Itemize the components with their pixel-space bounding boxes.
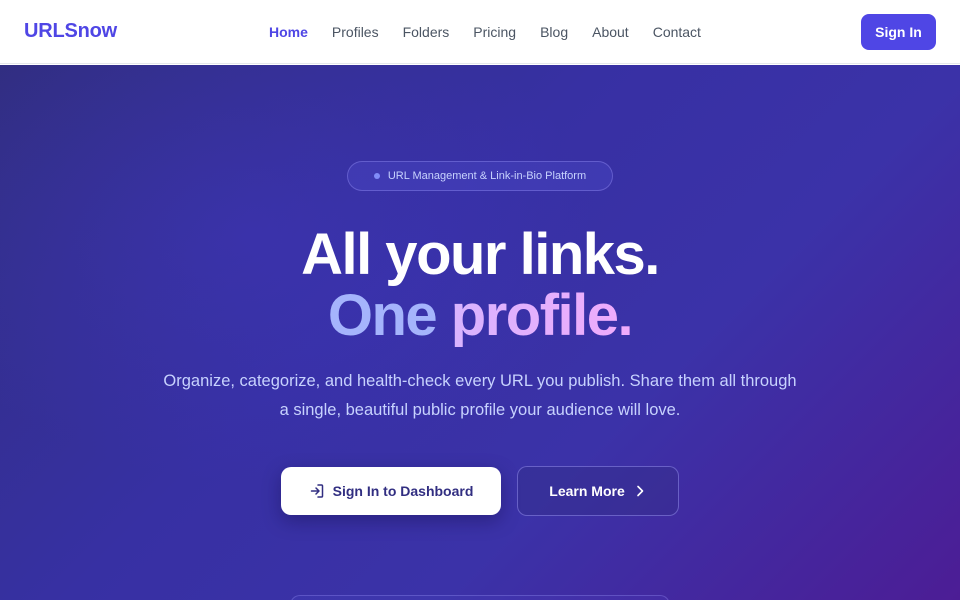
hero-subline-part-1: One	[327, 283, 451, 348]
nav-link-folders[interactable]: Folders	[403, 24, 450, 40]
nav-link-about[interactable]: About	[592, 24, 629, 40]
nav-link-blog[interactable]: Blog	[540, 24, 568, 40]
nav-link-pricing[interactable]: Pricing	[473, 24, 516, 40]
hero-headline: All your links.	[301, 222, 660, 287]
nav-link-contact[interactable]: Contact	[653, 24, 701, 40]
sign-in-dashboard-button[interactable]: Sign In to Dashboard	[281, 467, 501, 515]
sign-in-dashboard-label: Sign In to Dashboard	[332, 483, 474, 499]
login-icon	[309, 483, 325, 499]
hero-subline: One profile.	[0, 284, 960, 348]
hero-description: Organize, categorize, and health-check e…	[163, 372, 797, 419]
badge-dot-icon	[373, 173, 380, 179]
learn-more-button[interactable]: Learn More	[517, 466, 679, 516]
learn-more-label: Learn More	[549, 483, 625, 499]
nav-link-profiles[interactable]: Profiles	[332, 24, 379, 40]
hero-badge: URL Management & Link-in-Bio Platform	[347, 161, 613, 191]
hero-badge-text: URL Management & Link-in-Bio Platform	[387, 170, 587, 182]
hero-section: URL Management & Link-in-Bio Platform Al…	[0, 65, 960, 600]
top-navbar: URLSnow Home Profiles Folders Pricing Bl…	[0, 0, 960, 64]
hero-subline-part-2: profile.	[450, 283, 634, 348]
nav-link-home[interactable]: Home	[269, 24, 308, 40]
main-nav: Home Profiles Folders Pricing Blog About…	[269, 0, 725, 64]
hero-preview-card-edge	[290, 595, 670, 600]
brand-logo[interactable]: URLSnow	[24, 20, 117, 43]
sign-in-button[interactable]: Sign In	[861, 14, 936, 50]
chevron-right-icon	[633, 484, 647, 498]
